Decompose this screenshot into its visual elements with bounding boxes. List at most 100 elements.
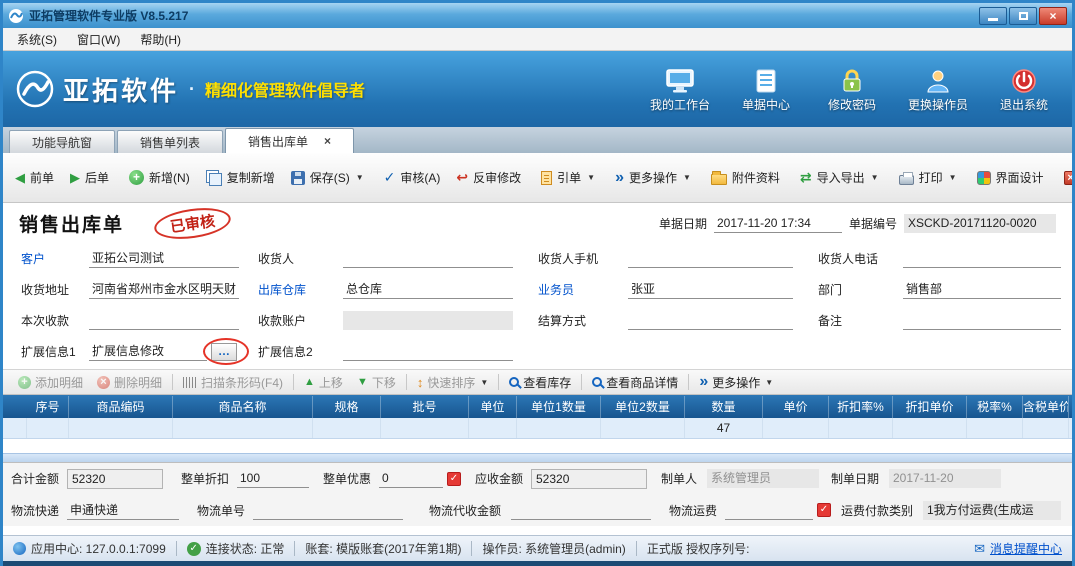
doc-center-label: 单据中心 xyxy=(742,96,790,113)
ext1-ellipsis-button[interactable]: … xyxy=(211,343,237,361)
add-line-label: 添加明细 xyxy=(35,374,83,391)
save-dropdown-icon[interactable]: ▼ xyxy=(356,173,364,182)
table-horizontal-scrollbar[interactable] xyxy=(3,453,1072,462)
view-product-button[interactable]: 查看商品详情 xyxy=(585,371,685,394)
tab-sales-outbound[interactable]: 销售出库单 × xyxy=(225,128,354,153)
ext1-label: 扩展信息1 xyxy=(21,343,89,360)
cod-field[interactable] xyxy=(511,501,651,520)
workbench-button[interactable]: 我的工作台 xyxy=(644,66,716,113)
import-export-button[interactable]: ⇄导入导出▼ xyxy=(792,160,887,195)
col-qty[interactable]: 数量 xyxy=(685,396,763,418)
view-stock-icon xyxy=(509,377,519,387)
customer-field[interactable]: 亚拓公司测试 xyxy=(89,249,239,268)
dept-field[interactable]: 销售部 xyxy=(903,280,1061,299)
concession-field[interactable]: 0 xyxy=(379,469,443,488)
print-dropdown-icon[interactable]: ▼ xyxy=(949,173,957,182)
address-field[interactable]: 河南省郑州市金水区明天财 xyxy=(89,280,239,299)
unaudit-button[interactable]: ↩反审修改 xyxy=(448,160,529,195)
tab-close-icon[interactable]: × xyxy=(324,134,331,148)
more-actions-dropdown-icon[interactable]: ▼ xyxy=(683,173,691,182)
remark-field[interactable] xyxy=(903,311,1061,330)
menu-help[interactable]: 帮助(H) xyxy=(130,28,191,51)
tab-sales-list[interactable]: 销售单列表 xyxy=(117,130,223,153)
customer-label[interactable]: 客户 xyxy=(21,250,89,267)
quick-sort-button[interactable]: ↕快速排序▼ xyxy=(410,371,495,394)
warehouse-label[interactable]: 出库仓库 xyxy=(258,281,343,298)
unaudit-icon: ↩ xyxy=(456,169,468,186)
pull-order-dropdown-icon[interactable]: ▼ xyxy=(587,173,595,182)
col-unit[interactable]: 单位 xyxy=(469,396,517,418)
col-spec[interactable]: 规格 xyxy=(313,396,381,418)
concession-check-icon[interactable]: ✓ xyxy=(447,472,461,486)
discount-field[interactable]: 100 xyxy=(237,469,309,488)
switch-operator-button[interactable]: 更换操作员 xyxy=(902,66,974,113)
delete-line-button[interactable]: ×删除明细 xyxy=(90,371,169,394)
move-up-button[interactable]: ▲上移 xyxy=(297,371,350,394)
maximize-button[interactable] xyxy=(1009,7,1037,25)
change-password-button[interactable]: 修改密码 xyxy=(816,66,888,113)
pull-order-button[interactable]: 引单▼ xyxy=(533,160,603,195)
close-button[interactable]: × xyxy=(1039,7,1067,25)
switch-operator-label: 更换操作员 xyxy=(908,96,968,113)
quick-sort-dropdown-icon[interactable]: ▼ xyxy=(480,378,488,387)
tab-nav-window[interactable]: 功能导航窗 xyxy=(9,130,115,153)
move-down-button[interactable]: ▼下移 xyxy=(350,371,403,394)
col-price[interactable]: 单价 xyxy=(763,396,829,418)
add-line-button[interactable]: + 添加明细 xyxy=(11,371,90,394)
col-discount-rate[interactable]: 折扣率% xyxy=(829,396,893,418)
ext1-field[interactable]: 扩展信息修改 xyxy=(89,342,207,361)
more-detail-actions-button[interactable]: »更多操作▼ xyxy=(692,371,780,394)
col-tax-rate[interactable]: 税率% xyxy=(967,396,1023,418)
copy-new-button[interactable]: 复制新增 xyxy=(198,160,283,195)
waybill-field[interactable] xyxy=(253,501,403,520)
attachment-button[interactable]: 附件资料 xyxy=(703,160,788,195)
table-row[interactable]: 47 xyxy=(3,418,1072,439)
col-unit2-qty[interactable]: 单位2数量 xyxy=(601,396,685,418)
freight-check-icon[interactable]: ✓ xyxy=(817,503,831,517)
menu-window[interactable]: 窗口(W) xyxy=(67,28,130,51)
freight-field[interactable] xyxy=(725,501,813,520)
payment-field[interactable] xyxy=(89,311,239,330)
consignee-phone-field[interactable] xyxy=(903,249,1061,268)
consignee-field[interactable] xyxy=(343,249,513,268)
settle-field[interactable] xyxy=(628,311,793,330)
warehouse-field[interactable]: 总仓库 xyxy=(343,280,513,299)
freight-paytype-field[interactable]: 1我方付运费(生成运 xyxy=(923,501,1061,520)
more-actions-button[interactable]: »更多操作▼ xyxy=(607,160,699,195)
doc-center-button[interactable]: 单据中心 xyxy=(730,66,802,113)
ui-design-button[interactable]: 界面设计 xyxy=(969,160,1052,195)
add-line-icon: + xyxy=(18,376,31,389)
express-field[interactable]: 申通快递 xyxy=(67,501,179,520)
menu-system[interactable]: 系统(S) xyxy=(7,28,67,51)
brand-logo-icon xyxy=(15,69,55,109)
message-center-link[interactable]: ✉消息提醒中心 xyxy=(974,540,1062,557)
save-button[interactable]: 保存(S)▼ xyxy=(283,160,372,195)
col-unit1-qty[interactable]: 单位1数量 xyxy=(517,396,601,418)
exit-system-button[interactable]: 退出系统 xyxy=(988,66,1060,113)
close-window-button[interactable]: ×关闭窗口 xyxy=(1056,160,1075,195)
print-button[interactable]: 打印▼ xyxy=(891,160,965,195)
doc-date-field[interactable]: 2017-11-20 17:34 xyxy=(714,214,842,233)
scan-barcode-button[interactable]: 扫描条形码(F4) xyxy=(176,371,290,394)
cell-discount-rate xyxy=(829,418,893,438)
col-product-code[interactable]: 商品编码 xyxy=(69,396,173,418)
col-seq[interactable]: 序号 xyxy=(27,396,69,418)
prev-doc-button[interactable]: ◀前单 xyxy=(7,160,62,195)
receivable-field: 52320 xyxy=(531,469,647,489)
col-product-name[interactable]: 商品名称 xyxy=(173,396,313,418)
view-stock-button[interactable]: 查看库存 xyxy=(502,371,578,394)
ext2-field[interactable] xyxy=(343,342,513,361)
import-export-dropdown-icon[interactable]: ▼ xyxy=(871,173,879,182)
col-discount-price[interactable]: 折扣单价 xyxy=(893,396,967,418)
new-button[interactable]: +新增(N) xyxy=(121,160,198,195)
more-detail-dropdown-icon[interactable]: ▼ xyxy=(765,378,773,387)
form-row-1: 客户 亚拓公司测试 收货人 收货人手机 收货人电话 xyxy=(3,243,1072,274)
minimize-button[interactable] xyxy=(979,7,1007,25)
salesman-label[interactable]: 业务员 xyxy=(538,281,628,298)
col-batch[interactable]: 批号 xyxy=(381,396,469,418)
salesman-field[interactable]: 张亚 xyxy=(628,280,793,299)
next-doc-button[interactable]: ▶后单 xyxy=(62,160,117,195)
col-tax-price[interactable]: 含税单价 xyxy=(1023,396,1069,418)
consignee-mobile-field[interactable] xyxy=(628,249,793,268)
audit-button[interactable]: ✓审核(A) xyxy=(376,160,449,195)
